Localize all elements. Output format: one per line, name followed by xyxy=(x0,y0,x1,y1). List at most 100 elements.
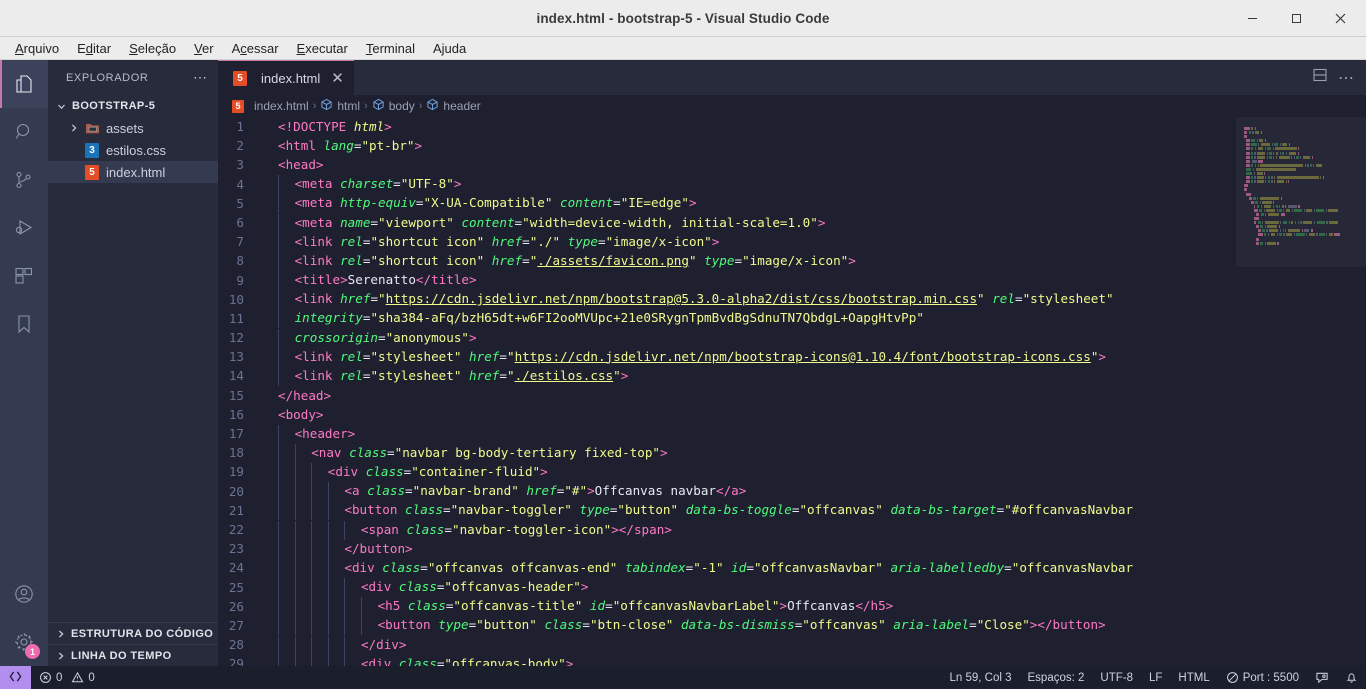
line-content[interactable]: <meta charset="UTF-8"> xyxy=(264,174,1236,195)
code-line[interactable]: 18 <nav class="navbar bg-body-tertiary fi… xyxy=(218,443,1236,463)
line-content[interactable]: <link rel="shortcut icon" href="./" type… xyxy=(264,232,1236,252)
code-line[interactable]: 13 <link rel="stylesheet" href="https://c… xyxy=(218,347,1236,367)
activity-item-accounts[interactable] xyxy=(0,570,48,618)
code-line[interactable]: 6 <meta name="viewport" content="width=de… xyxy=(218,213,1236,233)
line-content[interactable]: crossorigin="anonymous"> xyxy=(264,328,1236,348)
line-content[interactable]: <span class="navbar-toggler-icon"></span… xyxy=(264,520,1236,540)
activity-item-run-debug[interactable] xyxy=(0,204,48,252)
code-line[interactable]: 5 <meta http-equiv="X-UA-Compatible" cont… xyxy=(218,193,1236,214)
line-content[interactable]: <h5 class="offcanvas-title" id="offcanva… xyxy=(264,596,1236,617)
sidebar-more-icon[interactable]: ⋯ xyxy=(193,69,208,86)
activity-item-bookmarks[interactable] xyxy=(0,300,48,348)
line-content[interactable]: <html lang="pt-br"> xyxy=(264,136,1236,155)
line-content[interactable]: <button class="navbar-toggler" type="but… xyxy=(264,500,1236,521)
language-mode[interactable]: HTML xyxy=(1170,666,1217,689)
line-content[interactable]: integrity="sha384-aFq/bzH65dt+w6FI2ooMVU… xyxy=(264,308,1236,329)
line-content[interactable]: <link rel="shortcut icon" href="./assets… xyxy=(264,251,1236,271)
activity-item-search[interactable] xyxy=(0,108,48,156)
code-line[interactable]: 4 <meta charset="UTF-8"> xyxy=(218,174,1236,195)
code-line[interactable]: 16 <body> xyxy=(218,405,1236,424)
code-line[interactable]: 3 <head> xyxy=(218,155,1236,174)
sidebar-root-folder[interactable]: BOOTSTRAP-5 xyxy=(48,95,218,117)
notifications-button[interactable] xyxy=(1337,666,1366,689)
encoding-setting[interactable]: UTF-8 xyxy=(1092,666,1141,689)
code-line[interactable]: 23 </button> xyxy=(218,539,1236,559)
tab-index-html[interactable]: 5 index.html ✕ xyxy=(218,60,354,95)
line-content[interactable]: <title>Serenatto</title> xyxy=(264,270,1236,291)
code-content[interactable]: 1 <!DOCTYPE html> 2 <html lang="pt-br"> 3 <he… xyxy=(218,117,1236,666)
split-editor-icon[interactable] xyxy=(1312,67,1328,88)
breadcrumb-item-file[interactable]: 5 index.html xyxy=(230,99,309,113)
code-line[interactable]: 22 <span class="navbar-toggler-icon"></sp… xyxy=(218,520,1236,540)
code-line[interactable]: 19 <div class="container-fluid"> xyxy=(218,462,1236,482)
line-content[interactable]: <link rel="stylesheet" href="./estilos.c… xyxy=(264,366,1236,387)
minimize-button[interactable] xyxy=(1230,0,1274,36)
code-line[interactable]: 15 </head> xyxy=(218,386,1236,405)
code-editor[interactable]: 1 <!DOCTYPE html> 2 <html lang="pt-br"> 3 <he… xyxy=(218,117,1366,666)
sidebar-section-timeline[interactable]: LINHA DO TEMPO xyxy=(48,644,218,666)
menu-selecao[interactable]: Seleção xyxy=(120,39,185,58)
problems-button[interactable]: 0 0 xyxy=(31,666,103,689)
code-line[interactable]: 27 <button type="button" class="btn-close… xyxy=(218,615,1236,636)
code-line[interactable]: 2 <html lang="pt-br"> xyxy=(218,136,1236,155)
eol-setting[interactable]: LF xyxy=(1141,666,1170,689)
code-line[interactable]: 14 <link rel="stylesheet" href="./estilos… xyxy=(218,366,1236,387)
activity-item-manage[interactable]: 1 xyxy=(0,618,48,666)
indentation-setting[interactable]: Espaços: 2 xyxy=(1020,666,1093,689)
line-content[interactable]: <body> xyxy=(264,405,1236,424)
line-content[interactable]: <meta name="viewport" content="width=dev… xyxy=(264,213,1236,233)
menu-terminal[interactable]: Terminal xyxy=(357,39,424,58)
code-line[interactable]: 9 <title>Serenatto</title> xyxy=(218,270,1236,291)
code-line[interactable]: 25 <div class="offcanvas-header"> xyxy=(218,577,1236,598)
tab-close-icon[interactable]: ✕ xyxy=(331,71,344,86)
code-line[interactable]: 1 <!DOCTYPE html> xyxy=(218,117,1236,136)
menu-executar[interactable]: Executar xyxy=(288,39,357,58)
tree-item-assets[interactable]: assets xyxy=(48,117,218,139)
line-content[interactable]: <link rel="stylesheet" href="https://cdn… xyxy=(264,347,1236,367)
line-content[interactable]: <meta http-equiv="X-UA-Compatible" conte… xyxy=(264,193,1236,214)
line-content[interactable]: <nav class="navbar bg-body-tertiary fixe… xyxy=(264,443,1236,463)
line-content[interactable]: </head> xyxy=(264,386,1236,405)
line-content[interactable]: <div class="container-fluid"> xyxy=(264,462,1236,482)
line-content[interactable]: <div class="offcanvas-body"> xyxy=(264,654,1236,666)
line-content[interactable]: </div> xyxy=(264,635,1236,655)
line-content[interactable]: <button type="button" class="btn-close" … xyxy=(264,615,1236,636)
line-content[interactable]: <div class="offcanvas offcanvas-end" tab… xyxy=(264,558,1236,578)
feedback-button[interactable] xyxy=(1307,666,1337,689)
line-content[interactable]: <link href="https://cdn.jsdelivr.net/npm… xyxy=(264,289,1236,310)
line-content[interactable]: <head> xyxy=(264,155,1236,174)
code-line[interactable]: 20 <a class="navbar-brand" href="#">Offca… xyxy=(218,481,1236,502)
menu-ver[interactable]: Ver xyxy=(185,39,223,58)
code-line[interactable]: 8 <link rel="shortcut icon" href="./asset… xyxy=(218,251,1236,271)
cursor-position[interactable]: Ln 59, Col 3 xyxy=(941,666,1019,689)
code-line[interactable]: 10 <link href="https://cdn.jsdelivr.net/n… xyxy=(218,289,1236,310)
code-line[interactable]: 28 </div> xyxy=(218,635,1236,655)
code-line[interactable]: 17 <header> xyxy=(218,424,1236,444)
code-line[interactable]: 24 <div class="offcanvas offcanvas-end" t… xyxy=(218,558,1236,578)
menu-acessar[interactable]: Acessar xyxy=(223,39,288,58)
menu-editar[interactable]: Editar xyxy=(68,39,120,58)
code-line[interactable]: 12 crossorigin="anonymous"> xyxy=(218,328,1236,348)
live-server-port[interactable]: Port : 5500 xyxy=(1218,666,1307,689)
line-content[interactable]: <div class="offcanvas-header"> xyxy=(264,577,1236,598)
tree-item-index-html[interactable]: 5 index.html xyxy=(48,161,218,183)
line-content[interactable]: <header> xyxy=(264,424,1236,444)
tree-item-estilos-css[interactable]: 3 estilos.css xyxy=(48,139,218,161)
menu-ajuda[interactable]: Ajuda xyxy=(424,39,475,58)
breadcrumb-item-header[interactable]: header xyxy=(426,98,481,114)
line-content[interactable]: <a class="navbar-brand" href="#">Offcanv… xyxy=(264,481,1236,502)
sidebar-section-outline[interactable]: ESTRUTURA DO CÓDIGO xyxy=(48,622,218,644)
line-content[interactable]: </button> xyxy=(264,539,1236,559)
remote-window-button[interactable] xyxy=(0,666,31,689)
code-line[interactable]: 21 <button class="navbar-toggler" type="b… xyxy=(218,500,1236,521)
code-line[interactable]: 7 <link rel="shortcut icon" href="./" typ… xyxy=(218,232,1236,252)
line-content[interactable]: <!DOCTYPE html> xyxy=(264,117,1236,136)
minimap[interactable] xyxy=(1236,117,1366,666)
code-line[interactable]: 11 integrity="sha384-aFq/bzH65dt+w6FI2ooM… xyxy=(218,308,1236,329)
code-line[interactable]: 29 <div class="offcanvas-body"> xyxy=(218,654,1236,666)
code-line[interactable]: 26 <h5 class="offcanvas-title" id="offcan… xyxy=(218,596,1236,617)
editor-more-icon[interactable]: ⋯ xyxy=(1338,68,1354,88)
breadcrumb-item-body[interactable]: body xyxy=(372,98,415,114)
activity-item-explorer[interactable] xyxy=(0,60,48,108)
vertical-scrollbar[interactable] xyxy=(1354,117,1366,666)
